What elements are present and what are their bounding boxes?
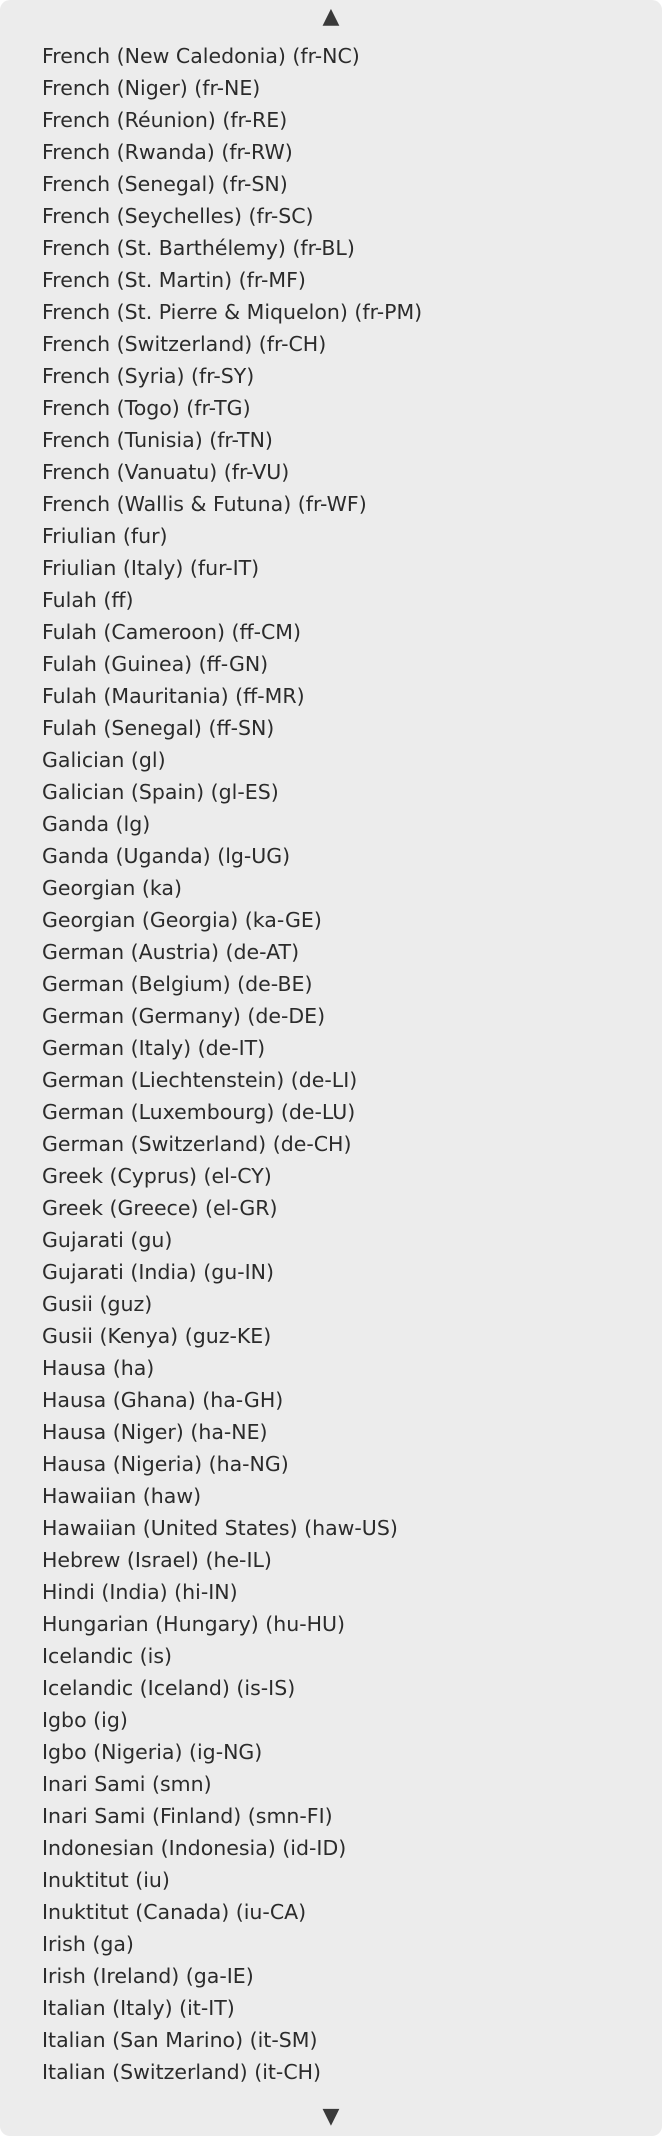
menu-item[interactable]: Hungarian (Hungary) (hu-HU) xyxy=(0,1608,662,1640)
scroll-down-button[interactable]: ▼ xyxy=(0,2102,662,2132)
menu-item[interactable]: Galician (Spain) (gl-ES) xyxy=(0,776,662,808)
menu-item[interactable]: Georgian (ka) xyxy=(0,872,662,904)
menu-item[interactable]: Fulah (Mauritania) (ff-MR) xyxy=(0,680,662,712)
language-list[interactable]: French (New Caledonia) (fr-NC) French (Ni… xyxy=(0,40,662,2092)
menu-item[interactable]: French (Togo) (fr-TG) xyxy=(0,392,662,424)
menu-item[interactable]: Fulah (Guinea) (ff-GN) xyxy=(0,648,662,680)
menu-item[interactable]: French (Switzerland) (fr-CH) xyxy=(0,328,662,360)
menu-item[interactable]: Hawaiian (United States) (haw-US) xyxy=(0,1512,662,1544)
menu-item[interactable]: Hindi (India) (hi-IN) xyxy=(0,1576,662,1608)
menu-item[interactable]: Georgian (Georgia) (ka-GE) xyxy=(0,904,662,936)
menu-item[interactable]: German (Austria) (de-AT) xyxy=(0,936,662,968)
menu-item[interactable]: Inari Sami (smn) xyxy=(0,1768,662,1800)
menu-item[interactable]: German (Germany) (de-DE) xyxy=(0,1000,662,1032)
menu-item[interactable]: Italian (Switzerland) (it-CH) xyxy=(0,2056,662,2088)
menu-item[interactable]: French (Syria) (fr-SY) xyxy=(0,360,662,392)
menu-item[interactable]: French (Wallis & Futuna) (fr-WF) xyxy=(0,488,662,520)
menu-item[interactable]: German (Italy) (de-IT) xyxy=(0,1032,662,1064)
menu-item[interactable]: French (Tunisia) (fr-TN) xyxy=(0,424,662,456)
menu-item[interactable]: Italian (Vatican City) (it-VA) xyxy=(0,2088,662,2092)
menu-item[interactable]: Irish (ga) xyxy=(0,1928,662,1960)
menu-item[interactable]: Indonesian (Indonesia) (id-ID) xyxy=(0,1832,662,1864)
menu-item[interactable]: Gusii (Kenya) (guz-KE) xyxy=(0,1320,662,1352)
triangle-up-icon: ▲ xyxy=(322,4,340,29)
menu-item[interactable]: Hausa (Niger) (ha-NE) xyxy=(0,1416,662,1448)
menu-item[interactable]: French (Réunion) (fr-RE) xyxy=(0,104,662,136)
menu-item[interactable]: Fulah (Senegal) (ff-SN) xyxy=(0,712,662,744)
menu-item[interactable]: Gujarati (gu) xyxy=(0,1224,662,1256)
menu-item[interactable]: German (Liechtenstein) (de-LI) xyxy=(0,1064,662,1096)
menu-item[interactable]: Fulah (Cameroon) (ff-CM) xyxy=(0,616,662,648)
menu-item[interactable]: French (St. Pierre & Miquelon) (fr-PM) xyxy=(0,296,662,328)
menu-item[interactable]: Ganda (Uganda) (lg-UG) xyxy=(0,840,662,872)
menu-item[interactable]: Inari Sami (Finland) (smn-FI) xyxy=(0,1800,662,1832)
menu-item[interactable]: Hebrew (Israel) (he-IL) xyxy=(0,1544,662,1576)
menu-item[interactable]: Hausa (Ghana) (ha-GH) xyxy=(0,1384,662,1416)
menu-item[interactable]: Gujarati (India) (gu-IN) xyxy=(0,1256,662,1288)
menu-item[interactable]: French (Rwanda) (fr-RW) xyxy=(0,136,662,168)
menu-item[interactable]: Greek (Greece) (el-GR) xyxy=(0,1192,662,1224)
menu-item[interactable]: French (St. Barthélemy) (fr-BL) xyxy=(0,232,662,264)
menu-item[interactable]: Inuktitut (Canada) (iu-CA) xyxy=(0,1896,662,1928)
menu-item[interactable]: Icelandic (is) xyxy=(0,1640,662,1672)
menu-item[interactable]: French (New Caledonia) (fr-NC) xyxy=(0,40,662,72)
menu-item[interactable]: Irish (Ireland) (ga-IE) xyxy=(0,1960,662,1992)
triangle-down-icon: ▼ xyxy=(322,2104,340,2129)
menu-item[interactable]: French (Niger) (fr-NE) xyxy=(0,72,662,104)
language-dropdown-menu: ▲ French (New Caledonia) (fr-NC) French (… xyxy=(0,0,662,2136)
menu-item[interactable]: French (Senegal) (fr-SN) xyxy=(0,168,662,200)
menu-item[interactable]: Italian (Italy) (it-IT) xyxy=(0,1992,662,2024)
menu-item[interactable]: Icelandic (Iceland) (is-IS) xyxy=(0,1672,662,1704)
menu-item[interactable]: Hausa (ha) xyxy=(0,1352,662,1384)
menu-item[interactable]: Ganda (lg) xyxy=(0,808,662,840)
menu-item[interactable]: Igbo (Nigeria) (ig-NG) xyxy=(0,1736,662,1768)
menu-item[interactable]: Italian (San Marino) (it-SM) xyxy=(0,2024,662,2056)
menu-item[interactable]: Hawaiian (haw) xyxy=(0,1480,662,1512)
menu-item[interactable]: German (Switzerland) (de-CH) xyxy=(0,1128,662,1160)
menu-item[interactable]: Friulian (Italy) (fur-IT) xyxy=(0,552,662,584)
menu-item[interactable]: French (Vanuatu) (fr-VU) xyxy=(0,456,662,488)
menu-item[interactable]: Galician (gl) xyxy=(0,744,662,776)
menu-item[interactable]: French (St. Martin) (fr-MF) xyxy=(0,264,662,296)
menu-item[interactable]: German (Luxembourg) (de-LU) xyxy=(0,1096,662,1128)
menu-item[interactable]: Igbo (ig) xyxy=(0,1704,662,1736)
menu-item[interactable]: French (Seychelles) (fr-SC) xyxy=(0,200,662,232)
menu-item[interactable]: Fulah (ff) xyxy=(0,584,662,616)
menu-item[interactable]: Hausa (Nigeria) (ha-NG) xyxy=(0,1448,662,1480)
scroll-up-button[interactable]: ▲ xyxy=(0,2,662,32)
menu-item[interactable]: German (Belgium) (de-BE) xyxy=(0,968,662,1000)
menu-item[interactable]: Greek (Cyprus) (el-CY) xyxy=(0,1160,662,1192)
menu-item[interactable]: Inuktitut (iu) xyxy=(0,1864,662,1896)
menu-item[interactable]: Gusii (guz) xyxy=(0,1288,662,1320)
menu-item[interactable]: Friulian (fur) xyxy=(0,520,662,552)
